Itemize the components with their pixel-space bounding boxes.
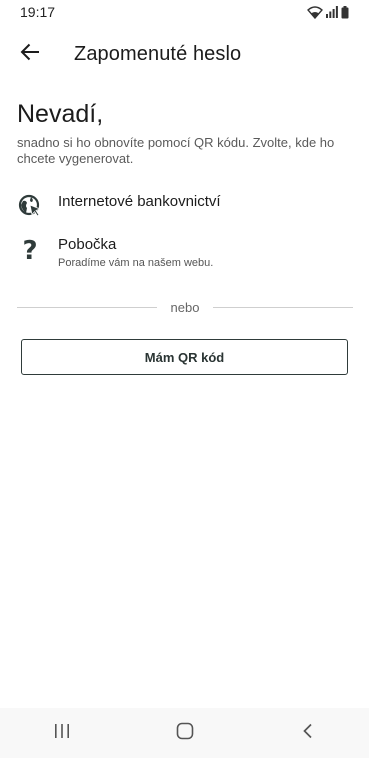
status-bar: 19:17 bbox=[0, 0, 369, 24]
internet-banking-icon bbox=[17, 193, 43, 219]
option-branch[interactable]: ? Pobočka Poradíme vám na našem webu. bbox=[0, 236, 369, 269]
question-icon: ? bbox=[22, 236, 38, 266]
back-nav-button[interactable] bbox=[288, 713, 328, 753]
divider-line bbox=[17, 306, 157, 308]
back-button[interactable] bbox=[16, 40, 44, 68]
arrow-left-icon bbox=[20, 43, 40, 66]
recent-apps-button[interactable] bbox=[42, 713, 82, 753]
divider-line bbox=[213, 306, 354, 308]
status-icons bbox=[307, 5, 349, 19]
system-nav-bar bbox=[0, 708, 369, 758]
heading: Nevadí, bbox=[17, 100, 104, 128]
home-icon bbox=[176, 722, 194, 745]
subheading: snadno si ho obnovíte pomocí QR kódu. Zv… bbox=[17, 135, 335, 166]
option-title: Internetové bankovnictví bbox=[58, 193, 221, 210]
option-subtitle: Poradíme vám na našem webu. bbox=[58, 257, 214, 269]
status-time: 19:17 bbox=[20, 4, 56, 20]
divider: nebo bbox=[17, 298, 354, 316]
signal-icon bbox=[326, 6, 338, 18]
home-button[interactable] bbox=[165, 713, 205, 753]
screen: 19:17 Zapomenuté heslo Nevadí, snadno si… bbox=[0, 0, 369, 758]
wifi-icon bbox=[307, 5, 323, 19]
have-qr-code-button[interactable]: Mám QR kód bbox=[21, 339, 348, 375]
option-internet-banking[interactable]: Internetové bankovnictví bbox=[0, 193, 369, 219]
app-bar: Zapomenuté heslo bbox=[0, 30, 369, 78]
recent-apps-icon bbox=[53, 723, 71, 744]
page-title: Zapomenuté heslo bbox=[74, 42, 242, 65]
back-nav-icon bbox=[302, 723, 314, 744]
divider-label: nebo bbox=[170, 299, 200, 315]
battery-icon bbox=[341, 5, 349, 19]
option-title: Pobočka bbox=[58, 236, 117, 253]
